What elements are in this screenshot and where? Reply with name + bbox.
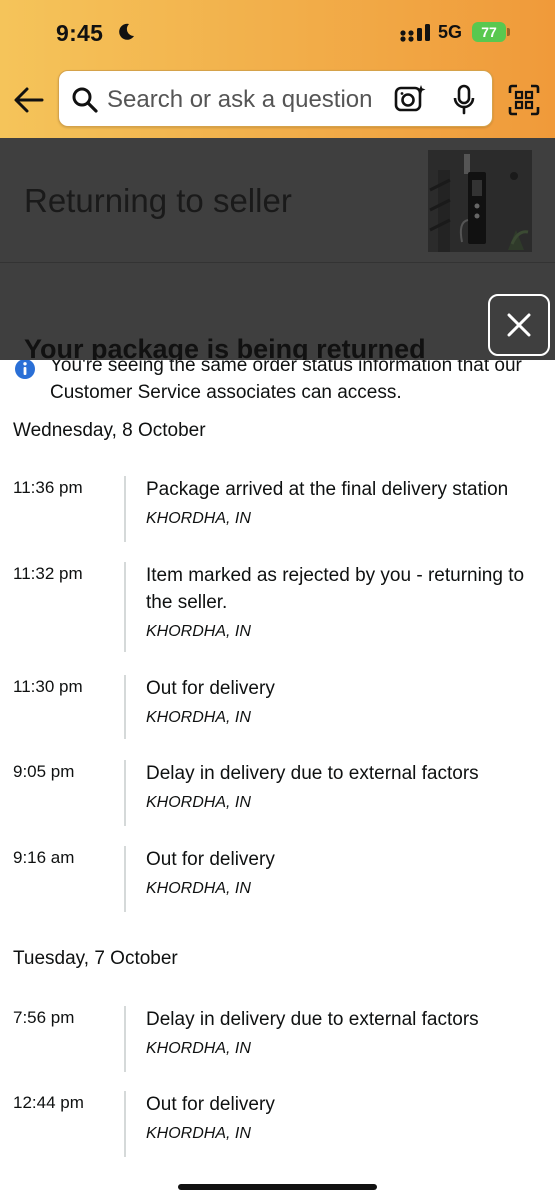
home-indicator[interactable]	[178, 1184, 377, 1190]
search-input[interactable]: Search or ask a question	[58, 70, 493, 127]
shower-panel-image	[428, 150, 532, 252]
search-icon	[72, 87, 98, 113]
day-header: Tuesday, 7 October	[13, 948, 178, 969]
event-location: KHORDHA, IN	[146, 510, 251, 527]
modal-title-clip: Your package is being returned	[0, 330, 555, 360]
tracking-details-sheet: You're seeing the same order status info…	[0, 360, 555, 1200]
timeline-line	[124, 1091, 126, 1157]
timeline-line	[124, 1006, 126, 1072]
event-time: 9:16 am	[13, 848, 75, 867]
search-placeholder: Search or ask a question	[107, 86, 373, 113]
event-time: 7:56 pm	[13, 1008, 75, 1027]
page-backdrop: Returning to seller	[0, 138, 555, 360]
event-description: Out for delivery	[146, 849, 275, 870]
app-header: 9:45 5G 77 Search or ask a question	[0, 0, 555, 138]
signal-icon	[400, 24, 430, 42]
back-arrow-icon[interactable]	[12, 84, 46, 116]
timeline-line	[124, 846, 126, 912]
event-description: Item marked as rejected by you - returni…	[146, 565, 525, 613]
timeline-line	[124, 476, 126, 542]
event-location: KHORDHA, IN	[146, 1125, 251, 1142]
timeline-line	[124, 562, 126, 652]
event-description: Delay in delivery due to external factor…	[146, 1009, 479, 1030]
day-header: Wednesday, 8 October	[13, 420, 206, 441]
event-time: 11:36 pm	[13, 478, 83, 497]
info-icon	[15, 360, 35, 379]
info-message: You're seeing the same order status info…	[50, 360, 522, 403]
event-time: 11:32 pm	[13, 564, 83, 583]
battery-level: 77	[481, 24, 497, 40]
event-description: Package arrived at the final delivery st…	[146, 479, 509, 500]
moon-icon	[119, 23, 134, 40]
event-description: Out for delivery	[146, 1094, 275, 1115]
event-location: KHORDHA, IN	[146, 623, 251, 640]
qr-scan-icon[interactable]	[508, 84, 540, 116]
product-image	[428, 150, 532, 252]
microphone-icon[interactable]	[452, 84, 476, 116]
event-time: 12:44 pm	[13, 1093, 84, 1112]
event-location: KHORDHA, IN	[146, 794, 251, 811]
event-location: KHORDHA, IN	[146, 1040, 251, 1057]
page-title: Returning to seller	[24, 182, 292, 219]
event-time: 11:30 pm	[13, 677, 83, 696]
event-description: Delay in delivery due to external factor…	[146, 763, 479, 784]
timeline-line	[124, 675, 126, 739]
status-time: 9:45	[56, 20, 104, 46]
battery-icon: 77	[472, 22, 510, 42]
event-time: 9:05 pm	[13, 762, 75, 781]
network-type: 5G	[438, 22, 463, 42]
camera-lens-icon[interactable]	[394, 84, 426, 114]
backdrop-divider	[0, 262, 555, 263]
status-bar: 9:45 5G 77	[0, 0, 555, 62]
event-location: KHORDHA, IN	[146, 880, 251, 897]
modal-title: Your package is being returned	[24, 334, 426, 360]
event-location: KHORDHA, IN	[146, 709, 251, 726]
event-description: Out for delivery	[146, 678, 275, 699]
timeline-line	[124, 760, 126, 826]
